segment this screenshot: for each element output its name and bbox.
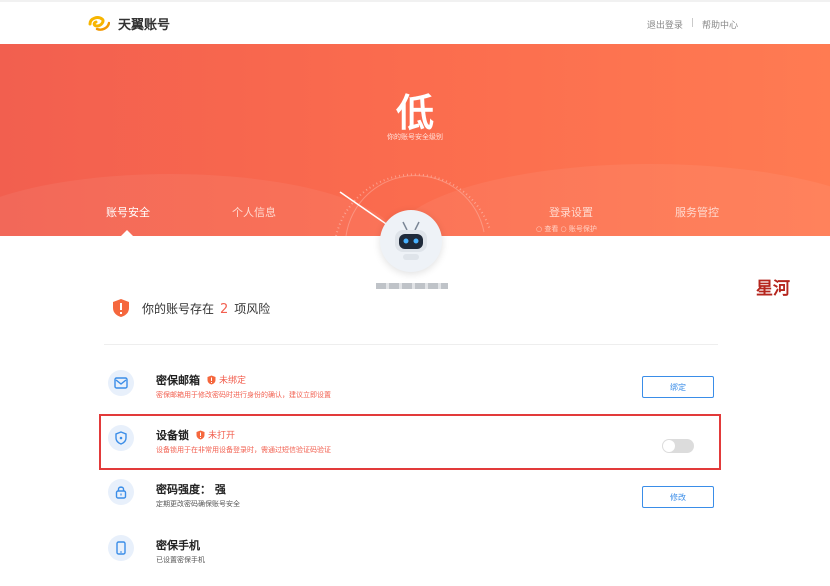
item-description: 已设置密保手机 bbox=[156, 556, 205, 564]
item-title: 密保邮箱 bbox=[156, 374, 200, 387]
risk-prefix: 你的账号存在 bbox=[142, 301, 215, 316]
tab-service-control[interactable]: 服务管控 bbox=[675, 204, 719, 220]
highlight-box bbox=[99, 414, 721, 470]
top-links: 退出登录 | 帮助中心 bbox=[647, 18, 738, 31]
item-description: 定期更改密码确保账号安全 bbox=[156, 500, 240, 508]
lock-icon bbox=[108, 479, 134, 505]
tab-personal-info[interactable]: 个人信息 bbox=[232, 204, 276, 220]
risk-text: 你的账号存在 2 项风险 bbox=[142, 300, 270, 317]
password-strength-label: 密码强度： bbox=[156, 483, 211, 496]
active-tab-indicator bbox=[121, 230, 133, 236]
tianyi-logo-icon bbox=[88, 15, 110, 31]
link-separator: | bbox=[690, 18, 694, 28]
item-description: 密保邮箱用于修改密码时进行身份的确认，建议立即设置 bbox=[156, 391, 331, 399]
item-title: 密保手机 bbox=[156, 539, 200, 552]
top-bar: 天翼账号 退出登录 | 帮助中心 bbox=[0, 0, 830, 44]
status-text: 未绑定 bbox=[219, 376, 247, 386]
brand-name: 天翼账号 bbox=[118, 18, 171, 33]
warning-shield-icon bbox=[113, 299, 129, 317]
brand-logo[interactable]: 天翼账号 bbox=[88, 14, 170, 33]
avatar[interactable] bbox=[380, 210, 442, 272]
tab-account-security[interactable]: 账号安全 bbox=[106, 204, 150, 220]
status-badge: 未绑定 bbox=[207, 373, 246, 386]
risk-count: 2 bbox=[220, 301, 229, 317]
robot-avatar-icon bbox=[395, 221, 427, 260]
risk-suffix: 项风险 bbox=[234, 301, 271, 316]
logout-link[interactable]: 退出登录 bbox=[647, 18, 683, 31]
tab-login-settings[interactable]: 登录设置 bbox=[549, 204, 593, 220]
security-level: 低 bbox=[395, 91, 434, 135]
phone-icon bbox=[108, 535, 134, 561]
change-password-button[interactable]: 修改 bbox=[642, 486, 714, 508]
login-settings-sublinks[interactable]: ○ 查看 ○ 账号保护 bbox=[536, 224, 597, 234]
risk-summary: 你的账号存在 2 项风险 bbox=[112, 298, 270, 318]
security-level-caption: 你的账号安全级别 bbox=[387, 133, 443, 141]
mail-icon bbox=[108, 370, 134, 396]
help-center-link[interactable]: 帮助中心 bbox=[702, 18, 738, 31]
item-title: 密码强度： 强 bbox=[156, 481, 226, 497]
masked-username bbox=[376, 283, 448, 289]
security-banner: 低 你的账号安全级别 账号安全 个人信息 登录设置 服务管控 ○ 查看 ○ 账号… bbox=[0, 44, 830, 236]
bind-email-button[interactable]: 绑定 bbox=[642, 376, 714, 398]
divider bbox=[104, 344, 718, 345]
warning-shield-icon bbox=[207, 375, 216, 384]
password-strength-value: 强 bbox=[214, 483, 226, 496]
watermark: 星河 bbox=[756, 279, 790, 299]
